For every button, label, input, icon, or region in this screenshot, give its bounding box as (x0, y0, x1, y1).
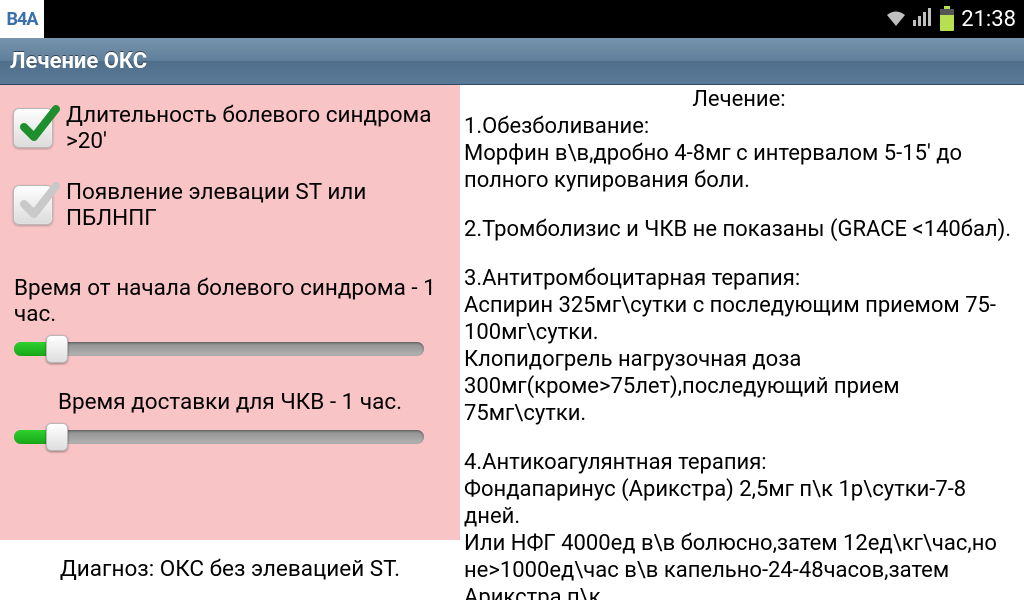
section-3-text-1: Аспирин 325мг\сутки с последующим приемо… (464, 292, 1014, 346)
checkbox-st-elevation[interactable] (10, 182, 56, 228)
section-4-head: 4.Антикоагулянтная терапия: (464, 449, 1014, 476)
app-title-bar: Лечение ОКС (0, 38, 1024, 85)
section-2-text: 2.Тромболизис и ЧКВ не показаны (GRACE <… (464, 216, 1014, 243)
wifi-icon (885, 10, 907, 28)
slider-label-onset: Время от начала болевого синдрома - 1 ча… (10, 275, 450, 327)
diagnosis-text: Диагноз: ОКС без элевацией ST. (60, 556, 400, 582)
checkbox-label: Появление элевации ST или ПБЛНПГ (66, 179, 450, 231)
checkbox-label: Длительность болевого синдрома >20' (66, 102, 450, 154)
slider-onset-time[interactable] (14, 337, 424, 361)
slider-label-delivery: Время доставки для ЧКВ - 1 час. (10, 389, 450, 415)
section-3-head: 3.Антитромбоцитарная терапия: (464, 265, 1014, 292)
checkbox-row-st-elevation[interactable]: Появление элевации ST или ПБЛНПГ (10, 166, 450, 243)
section-3-text-2: Клопидогрель нагрузочная доза 300мг(кром… (464, 346, 1014, 427)
b4a-badge: B4A (0, 0, 44, 38)
signal-icon (913, 8, 933, 30)
diagnosis-bar: Диагноз: ОКС без элевацией ST. (0, 540, 460, 600)
checkbox-pain-duration[interactable] (10, 105, 56, 151)
checkbox-row-pain-duration[interactable]: Длительность болевого синдрома >20' (10, 89, 450, 166)
android-status-bar: B4A 21:38 (0, 0, 1024, 38)
section-4-text-2: Или НФГ 4000ед в\в болюсно,затем 12ед\кг… (464, 530, 1014, 600)
battery-icon (939, 6, 955, 32)
slider-delivery-time[interactable] (14, 425, 424, 449)
app-logo-icon (44, 0, 88, 38)
section-4-text-1: Фондапаринус (Арикстра) 2,5мг п\к 1р\сут… (464, 476, 1014, 530)
treatment-body: 1.Обезболивание: Морфин в\в,дробно 4-8мг… (464, 113, 1014, 600)
section-1-text: Морфин в\в,дробно 4-8мг с интервалом 5-1… (464, 140, 1014, 194)
app-body: Длительность болевого синдрома >20' Появ… (0, 85, 1024, 600)
app-title: Лечение ОКС (10, 49, 147, 74)
section-1-head: 1.Обезболивание: (464, 113, 1014, 140)
treatment-heading: Лечение: (464, 85, 1014, 113)
right-panel[interactable]: Лечение: 1.Обезболивание: Морфин в\в,дро… (460, 85, 1024, 600)
clock-text: 21:38 (961, 7, 1016, 32)
left-panel: Длительность болевого синдрома >20' Появ… (0, 85, 460, 600)
